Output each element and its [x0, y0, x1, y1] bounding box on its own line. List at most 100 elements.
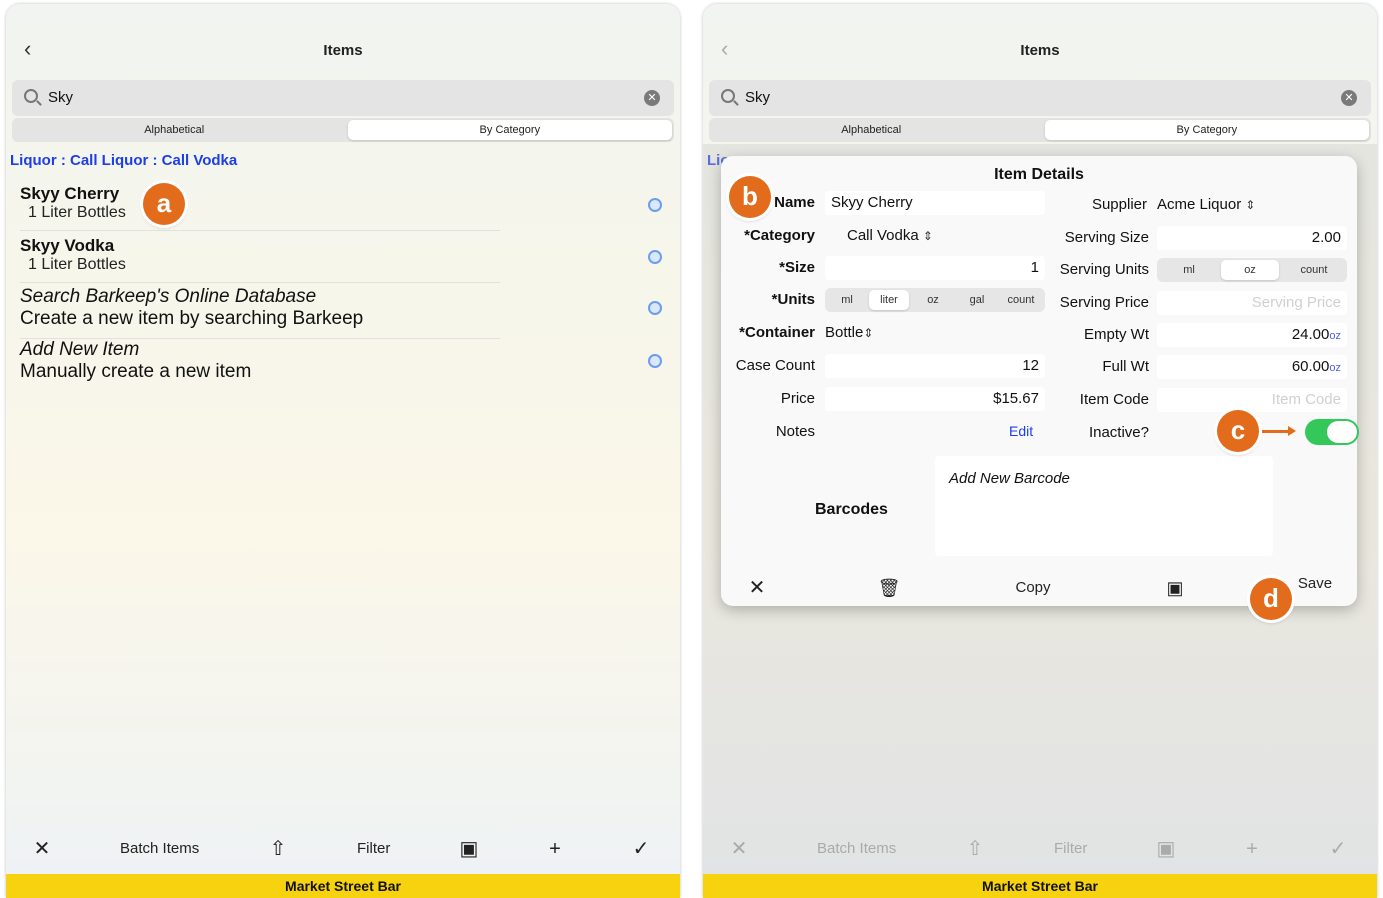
location-footer: Market Street Bar — [703, 874, 1377, 898]
serving-units-segmented-control: ml oz count — [1157, 258, 1347, 282]
category-value: Call Vodka — [847, 227, 919, 244]
category-label: *Category — [744, 227, 815, 244]
serving-size-field[interactable]: 2.00 — [1157, 226, 1347, 250]
serving-units-option-ml[interactable]: ml — [1165, 260, 1213, 280]
item-details-modal: Item Details *Name Skyy Cherry *Category… — [721, 156, 1359, 608]
callout-arrow-icon — [1262, 426, 1296, 436]
segment-by-category[interactable]: By Category — [347, 120, 672, 140]
list-item[interactable]: Add New Item Manually create a new item — [20, 339, 670, 383]
supplier-picker[interactable]: Acme Liquor ⇕ — [1157, 196, 1255, 213]
info-icon[interactable] — [648, 354, 662, 368]
info-icon[interactable] — [648, 250, 662, 264]
close-icon[interactable]: ✕ — [22, 830, 62, 868]
segment-by-category[interactable]: By Category — [1044, 120, 1369, 140]
units-option-oz[interactable]: oz — [915, 290, 951, 310]
supplier-label: Supplier — [1091, 196, 1147, 213]
page-title: Items — [323, 42, 363, 59]
nav-bar: ‹ Items — [703, 4, 1377, 76]
updown-chevron-icon: ⇕ — [922, 229, 933, 243]
add-new-barcode-button[interactable]: Add New Barcode — [949, 470, 1070, 487]
serving-units-option-count[interactable]: count — [1285, 260, 1343, 280]
full-wt-label: Full Wt — [1102, 358, 1149, 375]
filter-button[interactable]: Filter — [345, 830, 402, 868]
search-icon — [24, 89, 38, 103]
location-footer: Market Street Bar — [6, 874, 680, 898]
clear-search-icon[interactable]: ✕ — [644, 90, 660, 106]
modal-title: Item Details — [994, 166, 1084, 183]
name-field[interactable]: Skyy Cherry — [825, 191, 1045, 215]
share-icon[interactable]: ⇧ — [258, 830, 298, 868]
scan-icon[interactable]: ▣ — [1155, 568, 1195, 608]
list-item[interactable]: Search Barkeep's Online Database Create … — [20, 286, 670, 330]
segment-alphabetical[interactable]: Alphabetical — [709, 120, 1033, 140]
batch-items-button[interactable]: Batch Items — [805, 830, 908, 868]
units-segmented-control: ml liter oz gal count — [825, 288, 1045, 312]
close-icon[interactable]: ✕ — [719, 830, 759, 868]
units-option-gal[interactable]: gal — [959, 290, 995, 310]
filter-button[interactable]: Filter — [1042, 830, 1099, 868]
serving-price-field[interactable]: Serving Price — [1157, 291, 1347, 315]
sort-segmented-control: Alphabetical By Category — [709, 118, 1371, 142]
units-option-count[interactable]: count — [1001, 290, 1041, 310]
info-icon[interactable] — [648, 198, 662, 212]
callout-badge-c: c — [1217, 410, 1259, 452]
notes-edit-button[interactable]: Edit — [1009, 423, 1033, 439]
list-item[interactable]: Skyy Vodka 1 Liter Bottles — [20, 236, 670, 274]
list-item[interactable]: Skyy Cherry 1 Liter Bottles — [20, 184, 670, 222]
inactive-label: Inactive? — [1088, 424, 1149, 441]
search-input[interactable]: Sky ✕ — [12, 80, 674, 116]
clear-search-icon[interactable]: ✕ — [1341, 90, 1357, 106]
info-icon[interactable] — [648, 301, 662, 315]
scan-icon[interactable]: ▣ — [1146, 830, 1186, 868]
barcode-list: Add New Barcode — [935, 456, 1273, 556]
notes-label: Notes — [775, 423, 815, 440]
category-picker[interactable]: Call Vodka ⇕ — [847, 227, 933, 244]
full-wt-value: 60.00 — [1291, 358, 1330, 375]
empty-wt-field[interactable]: 24.00oz — [1157, 323, 1347, 347]
search-input[interactable]: Sky ✕ — [709, 80, 1371, 116]
units-label: *Units — [771, 291, 815, 308]
cancel-icon[interactable]: ✕ — [737, 568, 777, 608]
container-picker[interactable]: Bottle⇕ — [825, 324, 873, 341]
item-code-field[interactable]: Item Code — [1157, 388, 1347, 412]
serving-units-option-oz[interactable]: oz — [1221, 260, 1279, 280]
share-icon[interactable]: ⇧ — [955, 830, 995, 868]
item-title: Skyy Vodka — [20, 236, 115, 255]
empty-wt-unit: oz — [1329, 330, 1341, 342]
units-option-ml[interactable]: ml — [829, 290, 865, 310]
search-icon — [721, 89, 735, 103]
checkmark-icon[interactable]: ✓ — [1318, 830, 1358, 868]
item-code-label: Item Code — [1079, 391, 1149, 408]
container-value: Bottle — [825, 324, 864, 341]
case-count-label: Case Count — [735, 357, 815, 374]
item-details-screen: ‹ Items Sky ✕ Alphabetical By Category L… — [703, 4, 1377, 898]
page-title: Items — [1020, 42, 1060, 59]
items-list-screen: ‹ Items Sky ✕ Alphabetical By Category L… — [6, 4, 680, 898]
category-breadcrumb[interactable]: Liquor : Call Liquor : Call Vodka — [10, 152, 237, 169]
save-button[interactable]: Save — [1287, 564, 1343, 604]
bottom-toolbar: ✕ Batch Items ⇧ Filter ▣ + ✓ — [703, 826, 1377, 874]
empty-wt-value: 24.00 — [1291, 326, 1330, 343]
batch-items-button[interactable]: Batch Items — [108, 830, 211, 868]
callout-badge-b: b — [729, 176, 771, 218]
scan-icon[interactable]: ▣ — [449, 830, 489, 868]
case-count-field[interactable]: 12 — [825, 354, 1045, 378]
trash-icon[interactable]: 🗑 — [869, 568, 909, 608]
divider — [20, 230, 500, 231]
inactive-toggle[interactable] — [1305, 419, 1359, 445]
action-description: Create a new item by searching Barkeep — [20, 308, 364, 329]
copy-button[interactable]: Copy — [995, 568, 1071, 608]
updown-chevron-icon: ⇕ — [1245, 198, 1256, 212]
checkmark-icon[interactable]: ✓ — [621, 830, 661, 868]
units-option-liter[interactable]: liter — [869, 290, 909, 310]
price-field[interactable]: $15.67 — [825, 387, 1045, 411]
add-icon[interactable]: + — [1232, 830, 1272, 868]
add-icon[interactable]: + — [535, 830, 575, 868]
full-wt-field[interactable]: 60.00oz — [1157, 355, 1347, 379]
size-field[interactable]: 1 — [825, 256, 1045, 280]
search-value: Sky — [48, 89, 74, 106]
serving-size-label: Serving Size — [1064, 229, 1149, 246]
search-value: Sky — [745, 89, 771, 106]
supplier-value: Acme Liquor — [1157, 196, 1242, 213]
segment-alphabetical[interactable]: Alphabetical — [12, 120, 336, 140]
